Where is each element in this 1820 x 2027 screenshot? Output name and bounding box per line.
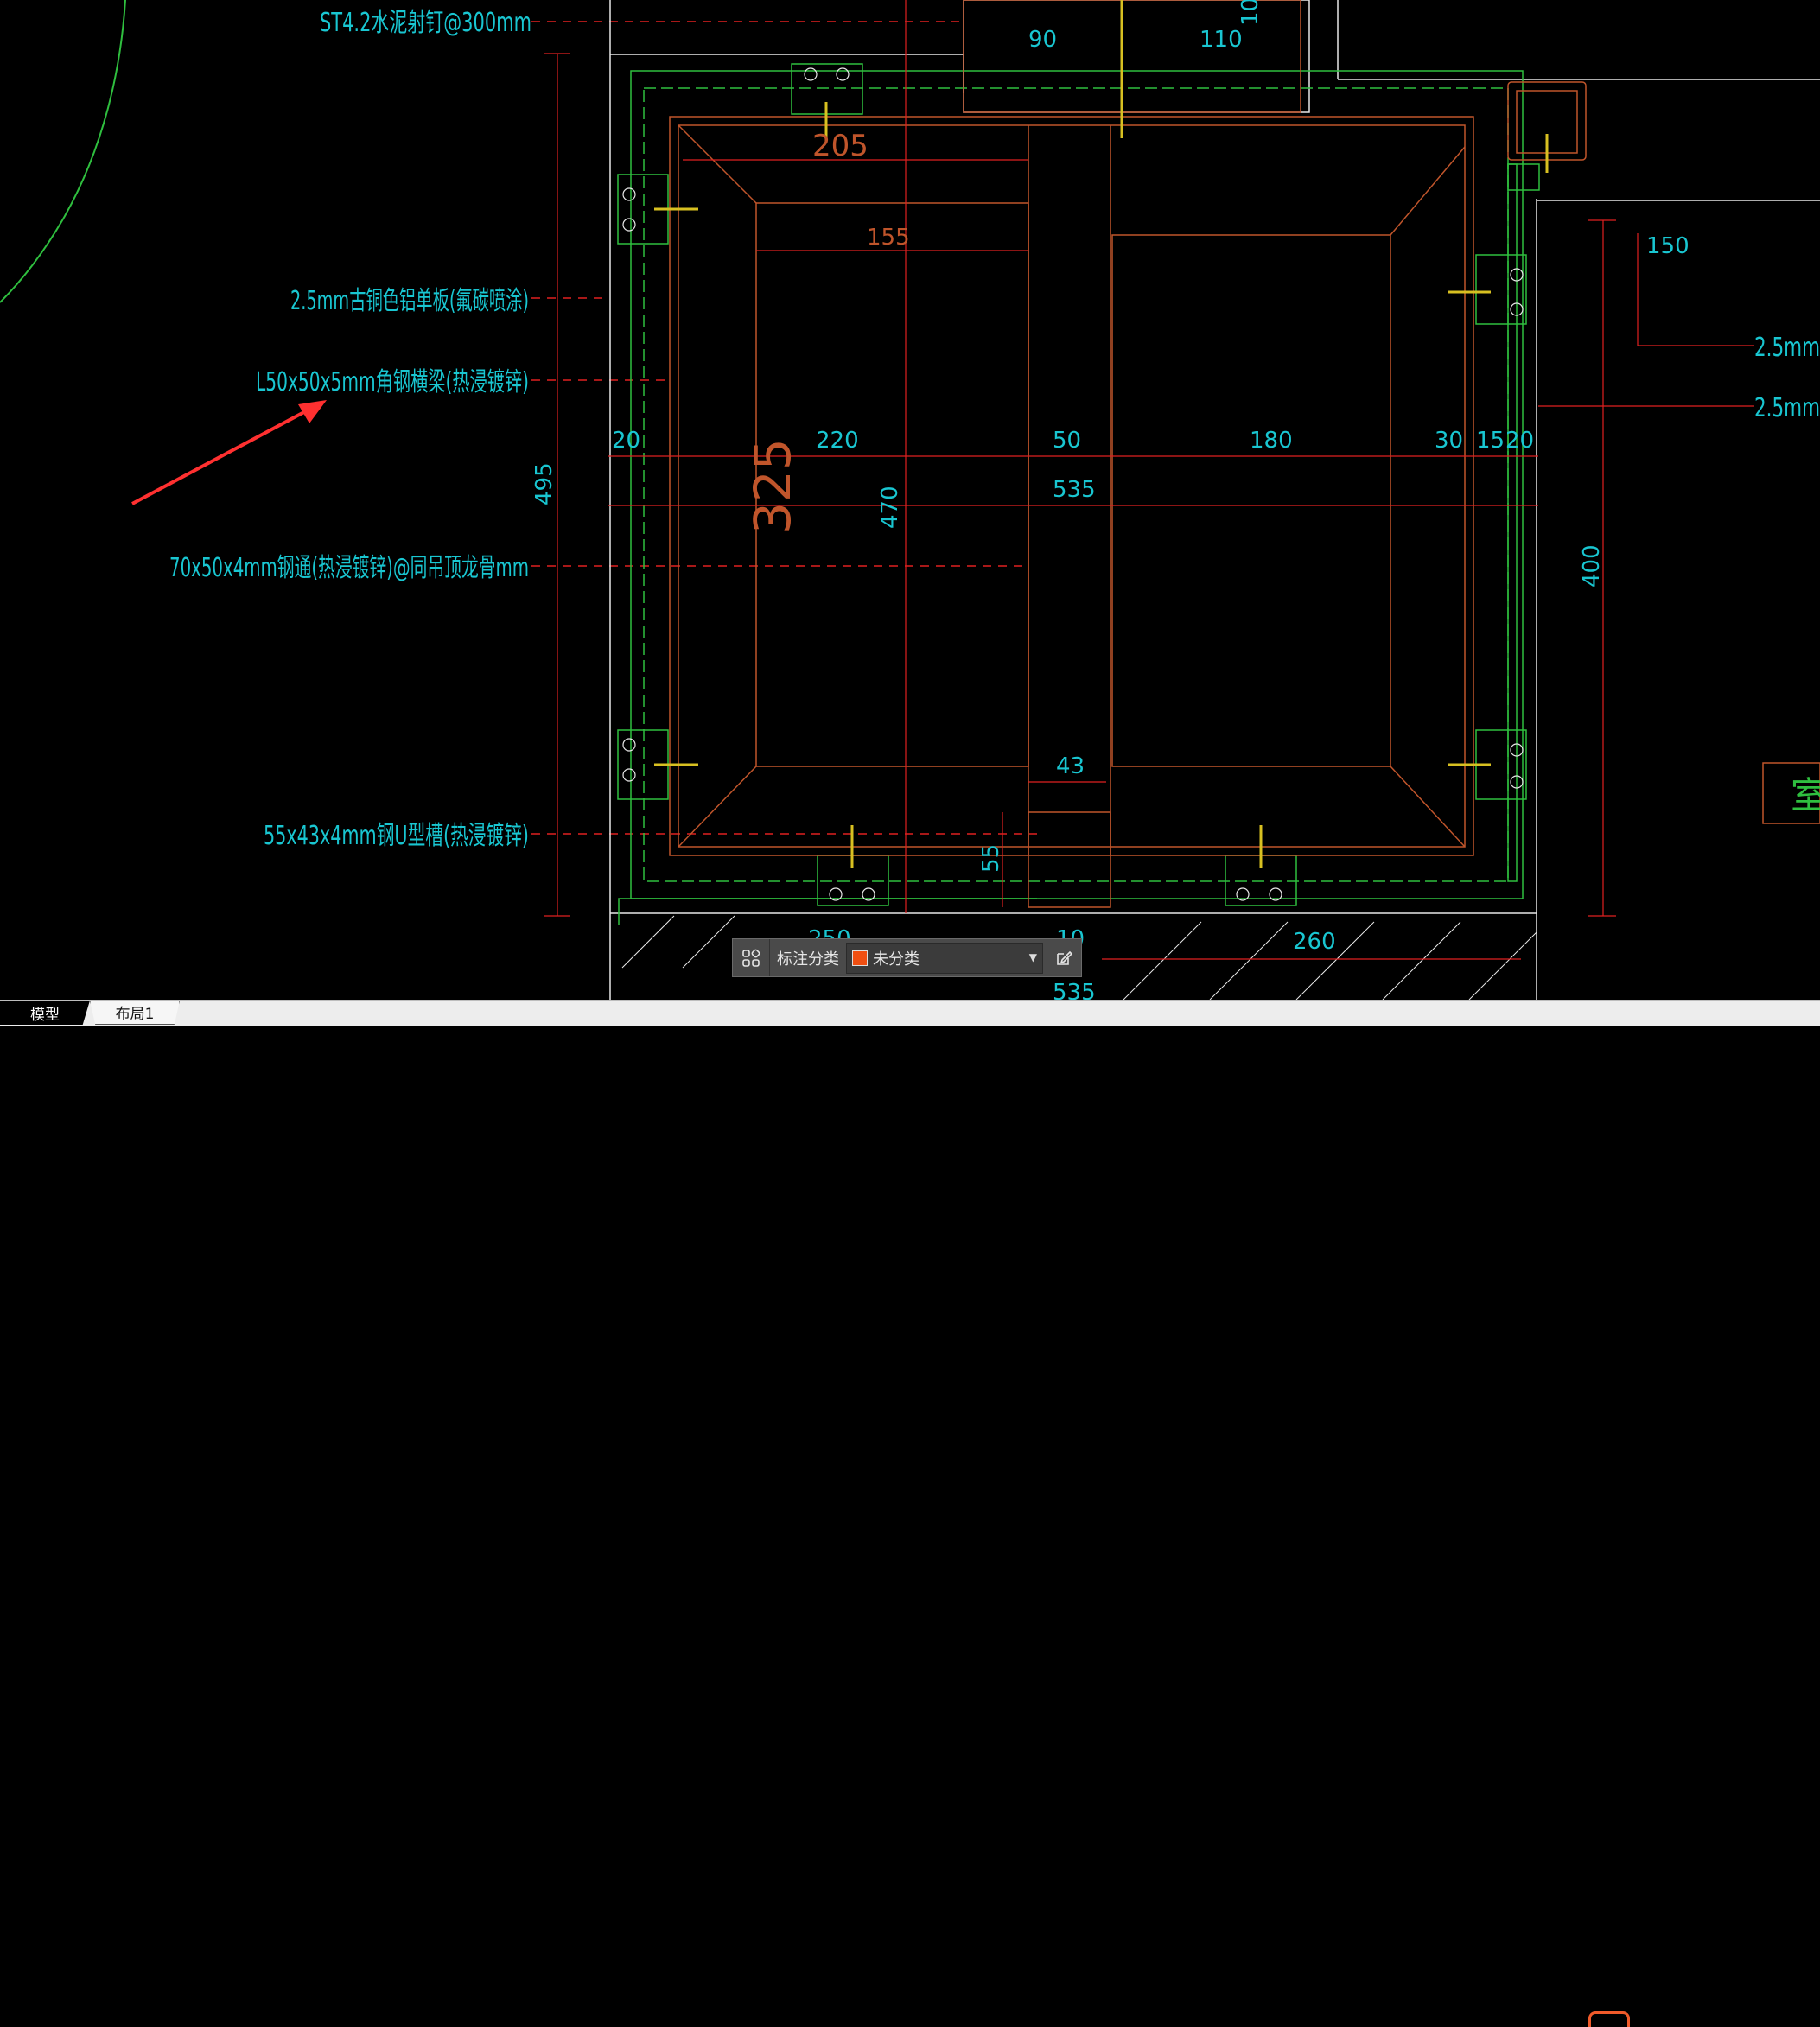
annotation-category-label: 标注分类 bbox=[777, 950, 839, 969]
dim-110: 110 bbox=[1200, 27, 1243, 53]
tab-model[interactable]: 模型 bbox=[0, 1001, 90, 1025]
cad-drawing-canvas[interactable]: ST4.2水泥射钉@300mm 2.5mm古铜色铝单板(氟碳喷涂) L50x50… bbox=[0, 0, 1820, 1000]
dim-150: 150 bbox=[1646, 233, 1690, 259]
dim-180: 180 bbox=[1250, 428, 1293, 454]
label-right-1: 2.5mm bbox=[1754, 333, 1820, 363]
label-fastener: ST4.2水泥射钉@300mm bbox=[320, 8, 531, 38]
dim-100: 100 bbox=[1238, 0, 1263, 26]
screws bbox=[654, 0, 1549, 868]
label-alum-panel: 2.5mm古铜色铝单板(氟碳喷涂) bbox=[290, 286, 529, 316]
dim-15: 15 bbox=[1476, 428, 1505, 454]
label-angle-steel: L50x50x5mm角钢横梁(热浸镀锌) bbox=[256, 367, 529, 397]
dim-470: 470 bbox=[877, 486, 903, 529]
dim-535b: 535 bbox=[1053, 980, 1096, 1000]
dim-155: 155 bbox=[867, 225, 910, 251]
chevron-down-icon: ▼ bbox=[1028, 950, 1037, 963]
dim-205: 205 bbox=[812, 129, 869, 163]
leader-lines bbox=[531, 21, 1037, 835]
edit-icon[interactable] bbox=[1047, 939, 1081, 976]
category-selected-value: 未分类 bbox=[873, 950, 920, 969]
annotation-labels: ST4.2水泥射钉@300mm 2.5mm古铜色铝单板(氟碳喷涂) L50x50… bbox=[169, 8, 1820, 851]
dim-220: 220 bbox=[816, 428, 859, 454]
dim-20b: 20 bbox=[1505, 428, 1534, 454]
label-partial-char: 室 bbox=[1791, 774, 1820, 817]
dim-30: 30 bbox=[1435, 428, 1463, 454]
label-u-channel: 55x43x4mm钢U型槽(热浸镀锌) bbox=[264, 821, 529, 851]
dim-55: 55 bbox=[978, 844, 1004, 873]
dim-20a: 20 bbox=[612, 428, 640, 454]
tag-cluster-icon[interactable] bbox=[733, 939, 770, 976]
tab-layout1[interactable]: 布局1 bbox=[90, 1001, 180, 1025]
dim-535a: 535 bbox=[1053, 477, 1096, 503]
red-dim-lines bbox=[544, 0, 1754, 960]
category-select[interactable]: 未分类 ▼ bbox=[846, 942, 1043, 974]
green-curve bbox=[0, 0, 126, 303]
layout-tab-bar: 模型 布局1 bbox=[0, 1000, 1820, 2027]
dim-260: 260 bbox=[1293, 929, 1336, 955]
horizontal-scrollbar-thumb[interactable] bbox=[1588, 2011, 1630, 2027]
dim-325: 325 bbox=[743, 438, 802, 534]
dim-495: 495 bbox=[531, 462, 557, 505]
dim-400: 400 bbox=[1579, 544, 1605, 588]
category-color-swatch bbox=[852, 950, 868, 966]
red-annotation-arrow bbox=[131, 400, 327, 505]
dim-90: 90 bbox=[1028, 27, 1057, 53]
dim-50: 50 bbox=[1053, 428, 1081, 454]
annotation-category-toolbar: 标注分类 未分类 ▼ bbox=[732, 938, 1082, 977]
label-right-2: 2.5mm bbox=[1754, 393, 1820, 423]
dim-43: 43 bbox=[1056, 753, 1085, 779]
label-steel-tube: 70x50x4mm钢通(热浸镀锌)@同吊顶龙骨mm bbox=[169, 553, 529, 583]
